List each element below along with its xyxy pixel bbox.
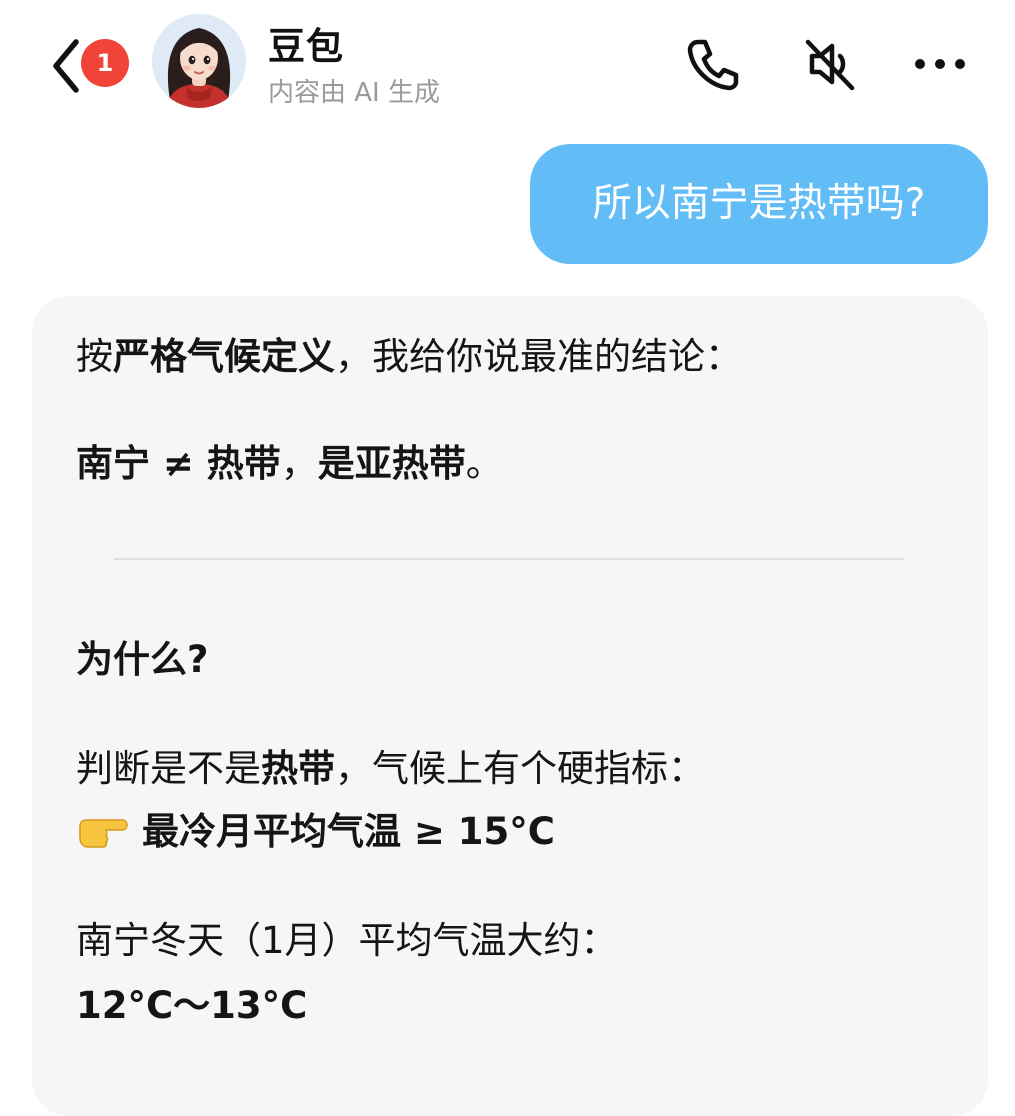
- chat-header: 1 豆包 内容由 AI 生成: [0, 0, 1015, 125]
- criterion-rule: 最冷月平均气温 ≥ 15°C: [142, 810, 555, 853]
- contact-name: 豆包: [268, 25, 344, 68]
- avatar[interactable]: [152, 14, 246, 108]
- user-message-bubble[interactable]: 所以南宁是热带吗?: [530, 144, 988, 264]
- conclusion-comma: ，: [280, 442, 318, 485]
- mute-toggle-button[interactable]: [800, 34, 860, 94]
- ai-conclusion-line: 南宁 ≠ 热带，是亚热带。: [76, 440, 503, 488]
- ellipsis-icon: [915, 59, 965, 69]
- ai-intro-line: 按严格气候定义，我给你说最准的结论：: [76, 333, 742, 381]
- ai-generated-notice: 内容由 AI 生成: [268, 78, 440, 108]
- conclusion-subtropical: 是亚热带: [317, 442, 466, 485]
- speaker-muted-icon: [805, 39, 855, 91]
- chevron-left-icon: [53, 39, 79, 93]
- criterion-prefix: 判断是不是: [76, 747, 261, 790]
- criterion-emphasis: 热带: [261, 747, 335, 790]
- ai-intro-emphasis: 严格气候定义: [113, 335, 335, 378]
- more-options-button[interactable]: [910, 34, 970, 94]
- phone-icon: [687, 39, 739, 91]
- avatar-portrait-icon: [152, 14, 246, 108]
- section-divider: [114, 558, 904, 560]
- ai-intro-suffix: ，我给你说最准的结论：: [335, 335, 742, 378]
- conclusion-not-tropical: 南宁 ≠ 热带: [76, 442, 281, 485]
- nanning-temp-intro: 南宁冬天（1月）平均气温大约：: [76, 919, 618, 962]
- nanning-temp-value: 12°C～13°C: [76, 984, 308, 1027]
- criterion-line: 判断是不是热带，气候上有个硬指标：: [76, 745, 705, 793]
- pointing-hand-icon: [79, 819, 128, 848]
- voice-call-button[interactable]: [682, 34, 742, 94]
- unread-count-badge: 1: [81, 39, 129, 87]
- criterion-rule-line: 最冷月平均气温 ≥ 15°C: [76, 808, 555, 856]
- why-heading: 为什么?: [76, 638, 209, 681]
- conclusion-period: 。: [465, 442, 503, 485]
- back-button[interactable]: 1: [40, 34, 130, 94]
- criterion-suffix: ，气候上有个硬指标：: [335, 747, 705, 790]
- ai-intro-prefix: 按: [76, 335, 113, 378]
